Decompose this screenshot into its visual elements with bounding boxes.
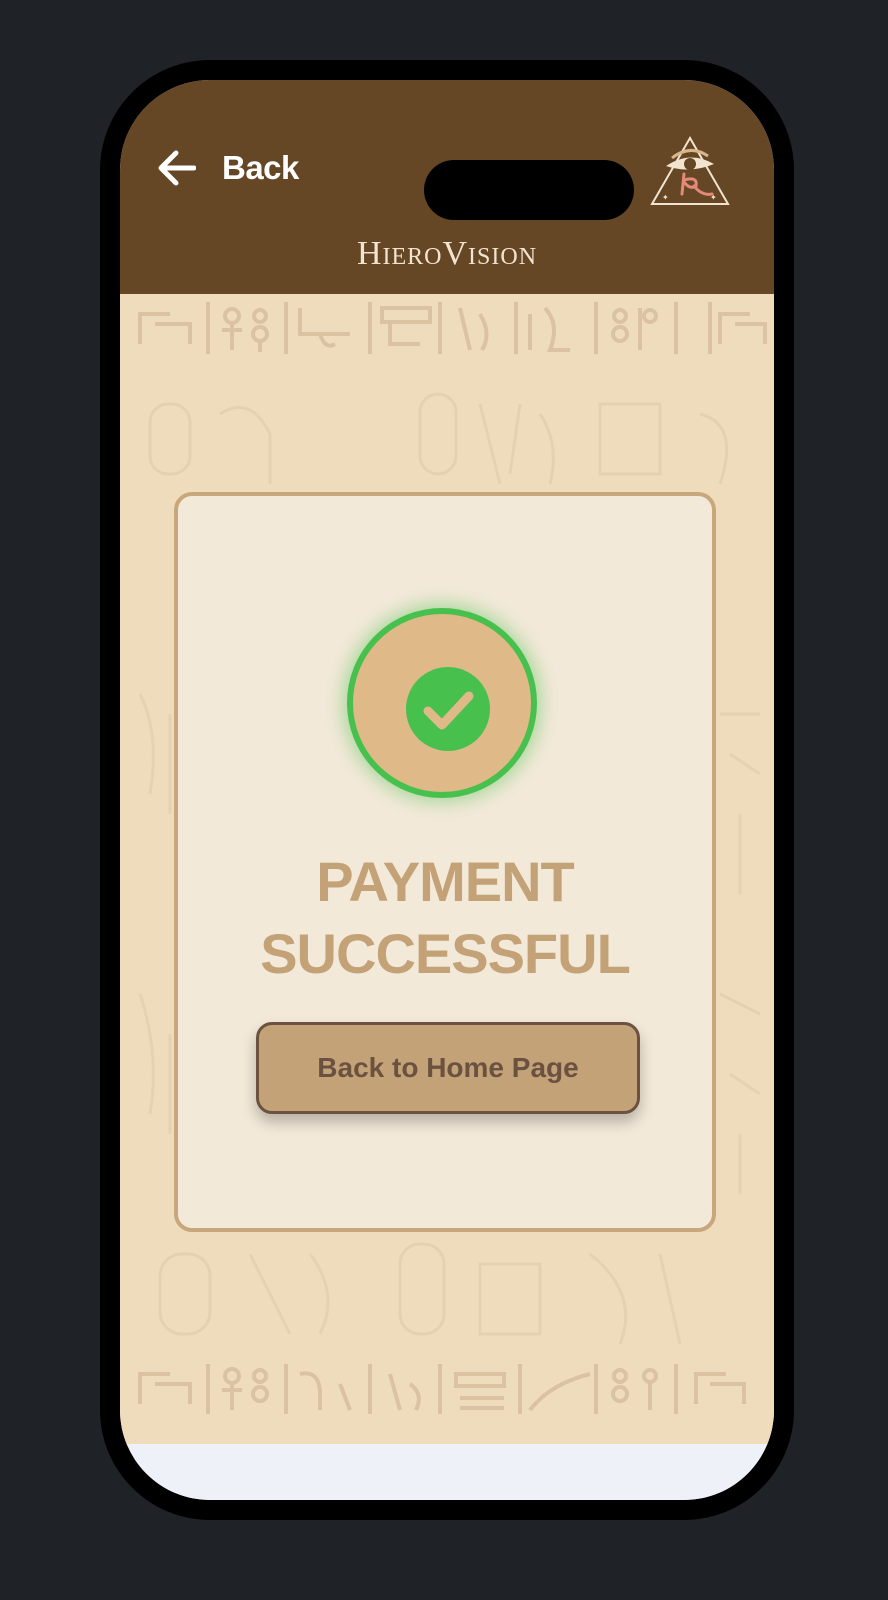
back-button[interactable]: Back bbox=[158, 146, 299, 190]
phone-frame: Back ✦ ✦ HieroVision PAYMENT SUCCESSFUL … bbox=[100, 60, 794, 1520]
bottom-safe-area bbox=[120, 1444, 774, 1500]
payment-status-title: PAYMENT SUCCESSFUL bbox=[178, 846, 712, 990]
arrow-left-icon bbox=[158, 150, 196, 186]
payment-result-card: PAYMENT SUCCESSFUL Back to Home Page bbox=[174, 492, 716, 1232]
app-screen: Back ✦ ✦ HieroVision PAYMENT SUCCESSFUL … bbox=[120, 80, 774, 1500]
title-line-1: PAYMENT bbox=[316, 850, 575, 913]
back-to-home-button[interactable]: Back to Home Page bbox=[256, 1022, 640, 1114]
dynamic-island bbox=[424, 160, 634, 220]
title-line-2: SUCCESSFUL bbox=[260, 922, 631, 985]
hieroglyph-background: PAYMENT SUCCESSFUL Back to Home Page bbox=[120, 294, 774, 1444]
checkmark-circle-icon bbox=[406, 667, 490, 751]
success-badge bbox=[347, 608, 537, 798]
back-label: Back bbox=[222, 149, 299, 186]
app-brand-title: HieroVision bbox=[356, 235, 538, 272]
svg-text:✦: ✦ bbox=[710, 193, 717, 202]
svg-text:✦: ✦ bbox=[662, 193, 669, 202]
eye-of-horus-pyramid-icon[interactable]: ✦ ✦ bbox=[650, 136, 730, 206]
